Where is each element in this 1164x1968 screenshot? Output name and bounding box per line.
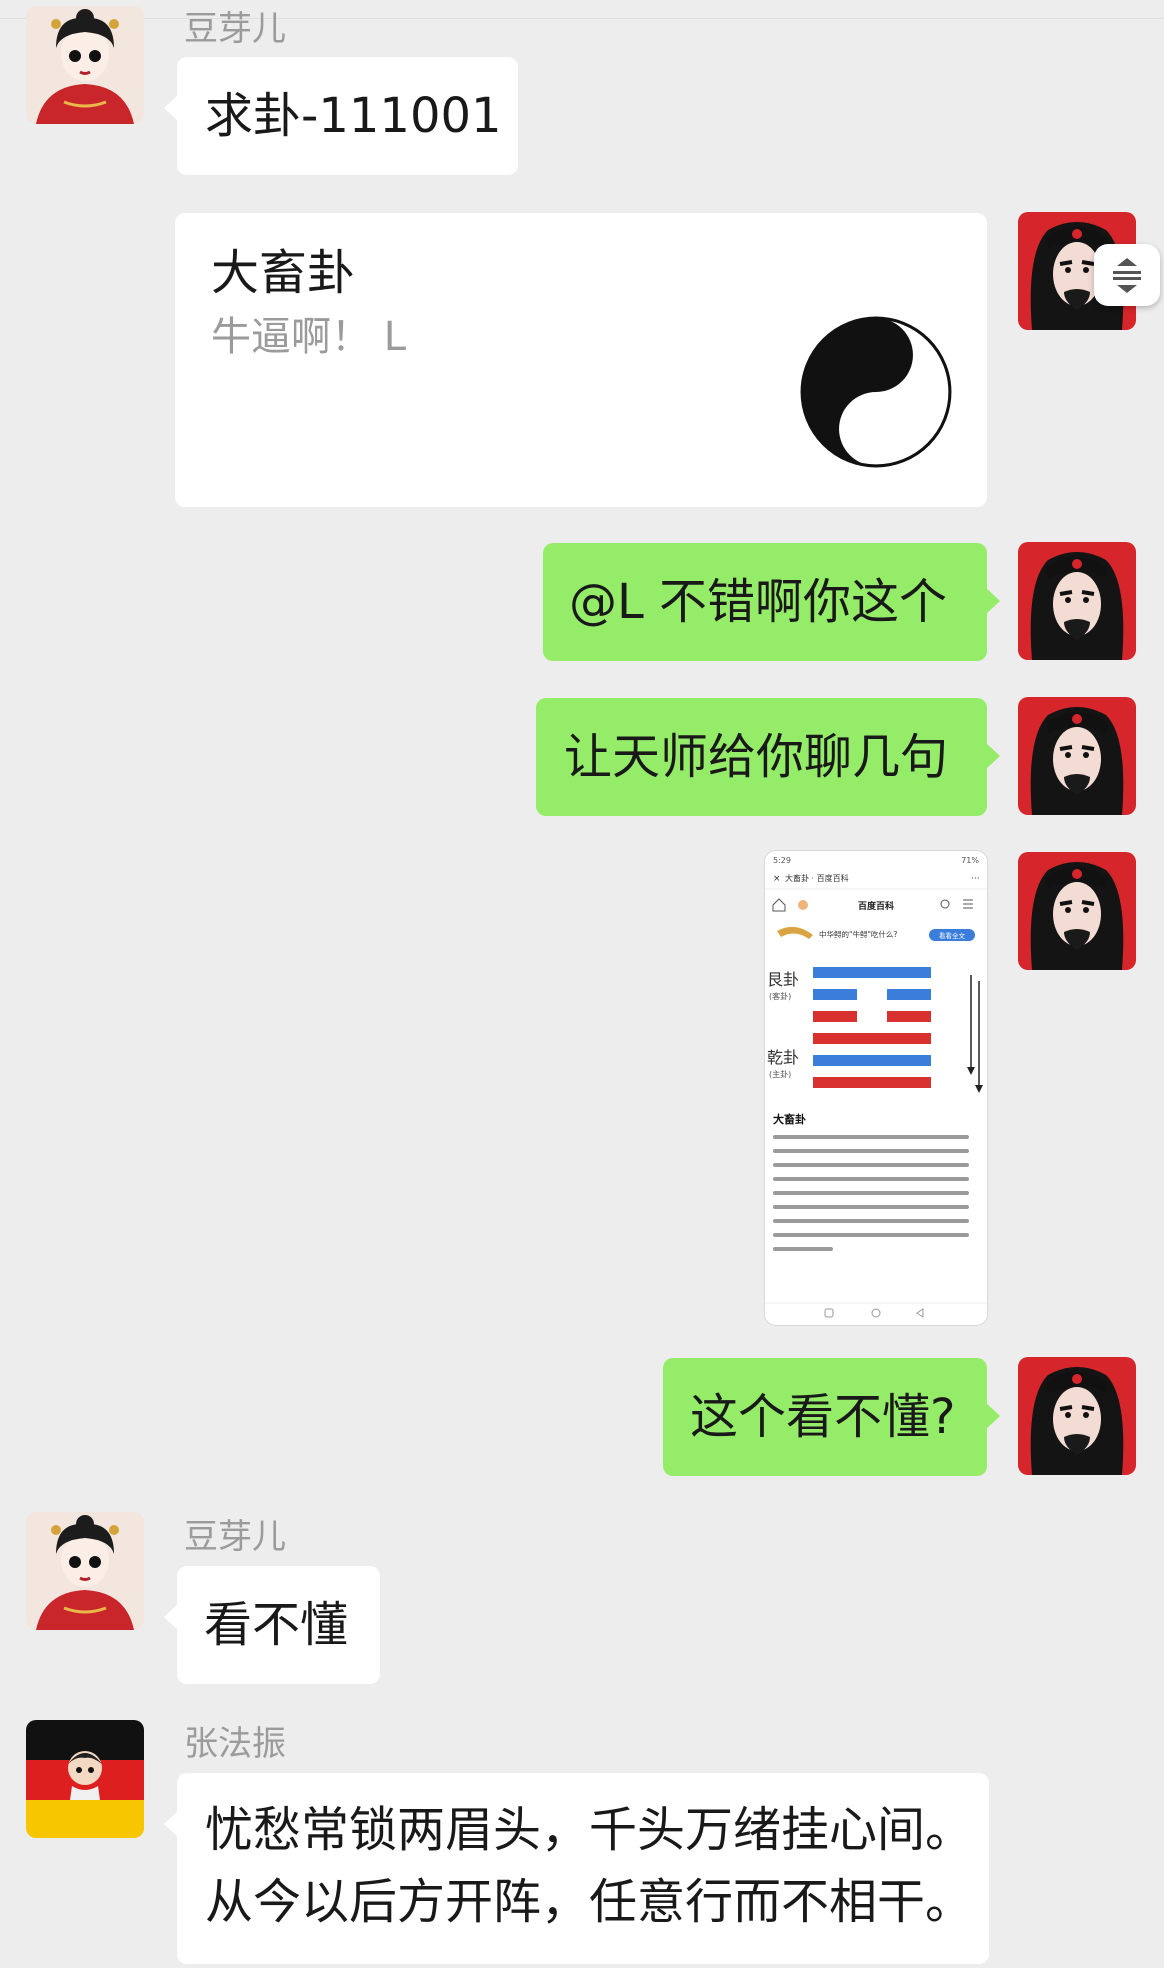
avatar-self[interactable] (1018, 1357, 1136, 1475)
article-text-line (773, 1135, 969, 1139)
bubble-tail (986, 743, 1000, 769)
yang-line (813, 1033, 931, 1044)
article-text-line (773, 1149, 969, 1153)
upper-trigram-note: (客卦) (769, 991, 791, 1001)
article-text-lines (773, 1135, 969, 1251)
yin-line-segment (813, 989, 857, 1000)
card-description: 牛逼啊！ L (211, 314, 406, 360)
avatar-douyaer[interactable] (26, 6, 144, 124)
article-text-line (773, 1233, 969, 1237)
bearded-man-avatar-icon (1018, 697, 1136, 815)
site-name: 百度百科 (858, 900, 894, 912)
article-text-line (773, 1205, 969, 1209)
yang-line (813, 967, 931, 978)
article-text-line (773, 1177, 969, 1181)
message-text: 让天师给你聊几句 (564, 729, 949, 785)
bubble-tail (164, 1811, 178, 1837)
scroll-handle-icon[interactable] (1094, 244, 1160, 306)
sender-name: 张法振 (184, 1724, 286, 1764)
german-flag-avatar-icon (26, 1720, 144, 1838)
screenshot-page-title: 大畜卦 · 百度百科 (785, 873, 849, 883)
image-message[interactable]: 5:29 71% × 大畜卦 · 百度百科 ··· 百度百科 中华鲟的"牛鲟"吃… (764, 850, 988, 1326)
message-text: 看不懂 (204, 1597, 349, 1653)
message-text: 这个看不懂? (690, 1389, 956, 1445)
yang-line (813, 1077, 931, 1088)
more-icon: ··· (971, 874, 980, 884)
bearded-man-avatar-icon (1018, 852, 1136, 970)
bubble-tail (164, 95, 178, 121)
avatar-self[interactable] (1018, 542, 1136, 660)
link-card[interactable]: 大畜卦 牛逼啊！ L (175, 213, 987, 507)
banner-button: 看看全文 (939, 931, 966, 940)
bearded-man-avatar-icon (1018, 1357, 1136, 1475)
sender-name: 豆芽儿 (184, 9, 286, 49)
yang-line (813, 1055, 931, 1066)
avatar-zhang[interactable] (26, 1720, 144, 1838)
status-time: 5:29 (773, 856, 791, 865)
article-text-line (773, 1191, 969, 1195)
card-title: 大畜卦 (211, 245, 356, 301)
message-bubble[interactable]: @L 不错啊你这个 (543, 543, 1000, 661)
message-bubble[interactable]: 求卦-111001 (164, 57, 518, 175)
lower-trigram-label: 乾卦 (767, 1048, 799, 1067)
message-bubble[interactable]: 这个看不懂? (663, 1358, 1000, 1476)
screenshot-thumbnail: 5:29 71% × 大畜卦 · 百度百科 ··· 百度百科 中华鲟的"牛鲟"吃… (765, 851, 987, 1325)
message-bubble[interactable]: 看不懂 (164, 1566, 380, 1684)
bride-avatar-icon (26, 6, 144, 124)
bubble-tail (986, 588, 1000, 614)
sender-name: 豆芽儿 (184, 1517, 286, 1557)
article-text-line (773, 1247, 833, 1251)
chat-view[interactable]: 豆芽儿 求卦-111001 大畜卦 牛逼啊！ L @L 不错啊你这个 让天师给你… (0, 0, 1164, 1968)
message-bubble[interactable]: 忧愁常锁两眉头，千头万绪挂心间。 从今以后方开阵，任意行而不相干。 (164, 1773, 989, 1964)
yin-line-segment (887, 1011, 931, 1022)
avatar-self[interactable] (1018, 697, 1136, 815)
yin-line-segment (813, 1011, 857, 1022)
bubble-tail (986, 1403, 1000, 1429)
upper-trigram-label: 艮卦 (767, 970, 799, 989)
bubble-tail (164, 1604, 178, 1630)
avatar-douyaer[interactable] (26, 1512, 144, 1630)
message-line-2: 从今以后方开阵，任意行而不相干。 (205, 1874, 974, 1930)
bearded-man-avatar-icon (1018, 542, 1136, 660)
bride-avatar-icon (26, 1512, 144, 1630)
banner-text: 中华鲟的"牛鲟"吃什么? (819, 929, 897, 939)
lower-trigram-note: (主卦) (769, 1069, 791, 1079)
article-text-line (773, 1219, 969, 1223)
yin-line-segment (887, 989, 931, 1000)
status-battery: 71% (961, 856, 979, 865)
article-title: 大畜卦 (773, 1112, 806, 1126)
message-line-1: 忧愁常锁两眉头，千头万绪挂心间。 (205, 1802, 974, 1858)
avatar-self[interactable] (1018, 852, 1136, 970)
message-text: 求卦-111001 (205, 88, 502, 144)
message-bubble[interactable]: 让天师给你聊几句 (536, 698, 1000, 816)
yin-yang-icon (799, 315, 953, 477)
close-icon: × (773, 874, 781, 884)
top-divider (0, 18, 1164, 19)
avatar-mini-icon (798, 900, 808, 910)
article-text-line (773, 1163, 969, 1167)
message-text: @L 不错啊你这个 (569, 574, 948, 630)
